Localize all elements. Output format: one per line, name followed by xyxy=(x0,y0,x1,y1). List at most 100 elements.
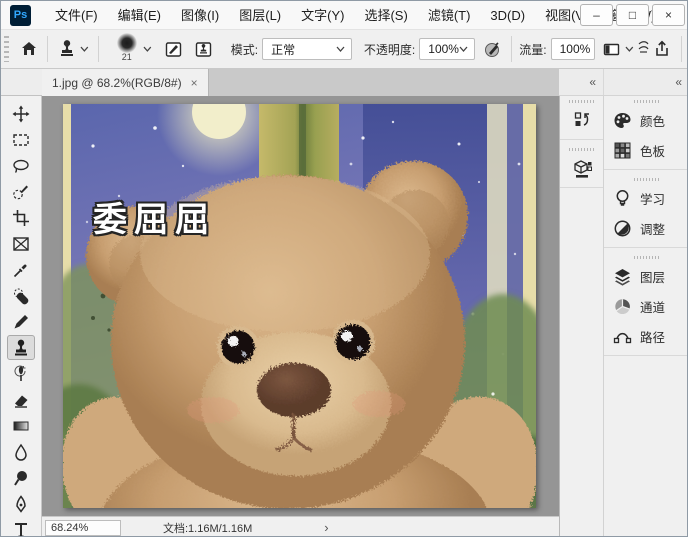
drag-handle[interactable] xyxy=(568,148,595,151)
panel-button-adjustments[interactable]: 调整 xyxy=(604,213,687,243)
photoshop-window: Ps 文件(F) 编辑(E) 图像(I) 图层(L) 文字(Y) 选择(S) 滤… xyxy=(0,0,688,537)
menu-bar: Ps 文件(F) 编辑(E) 图像(I) 图层(L) 文字(Y) 选择(S) 滤… xyxy=(1,1,687,30)
status-options-chevron[interactable]: › xyxy=(324,520,328,535)
separator xyxy=(560,139,603,140)
tool-crop[interactable] xyxy=(7,205,35,230)
flow-value: 100% xyxy=(559,42,591,56)
chevron-down-icon xyxy=(336,46,345,52)
panel-button-color[interactable]: 颜色 xyxy=(604,105,687,135)
drag-handle[interactable] xyxy=(633,100,660,103)
tool-spot-healing-brush[interactable] xyxy=(7,283,35,308)
image-caption-text: 委屈屈 xyxy=(93,201,216,239)
menu-item-edit[interactable]: 编辑(E) xyxy=(108,1,171,30)
tool-dodge[interactable] xyxy=(7,465,35,490)
maximize-button[interactable]: □ xyxy=(616,4,649,26)
brush-settings-panel-icon[interactable] xyxy=(162,37,185,61)
right-panel-docks: 颜色 色板 学习 调整 图层 通道 路径 xyxy=(559,96,687,536)
brush-tip-preview xyxy=(116,33,137,53)
status-bar: 68.24% 文档:1.16M/1.16M › xyxy=(42,516,559,536)
blend-mode-select[interactable]: 正常 xyxy=(262,38,352,60)
panel-label: 颜色 xyxy=(640,114,666,129)
tools-panel xyxy=(1,96,42,536)
tool-move[interactable] xyxy=(7,101,35,126)
panel-label: 调整 xyxy=(640,222,666,237)
options-bar-grip[interactable] xyxy=(4,36,9,62)
panel-label: 图层 xyxy=(640,270,666,285)
minimize-button[interactable]: – xyxy=(580,4,613,26)
adjustments-contrast-icon xyxy=(614,220,631,236)
menu-item-image[interactable]: 图像(I) xyxy=(171,1,229,30)
panel-button-paths[interactable]: 路径 xyxy=(604,321,687,351)
flow-select[interactable]: 100% xyxy=(550,38,595,60)
separator xyxy=(98,36,100,62)
document-tab[interactable]: 1.jpg @ 68.2%(RGB/8#) × xyxy=(42,69,209,96)
drag-handle[interactable] xyxy=(633,256,660,259)
logo-text: Ps xyxy=(13,9,28,21)
panel-button-layers[interactable]: 图层 xyxy=(604,261,687,291)
chevron-down-icon[interactable] xyxy=(625,46,634,52)
airbrush-toggle-icon[interactable] xyxy=(600,37,623,61)
document-image[interactable]: 委屈屈 xyxy=(63,104,536,508)
chevron-down-icon[interactable] xyxy=(143,46,152,52)
separator xyxy=(681,36,682,62)
tool-brush[interactable] xyxy=(7,309,35,334)
pen-pressure-size-icon[interactable] xyxy=(638,40,649,59)
panel-label: 学习 xyxy=(640,192,666,207)
tool-clone-stamp[interactable] xyxy=(7,335,35,360)
menu-item-select[interactable]: 选择(S) xyxy=(354,1,417,30)
tool-lasso[interactable] xyxy=(7,153,35,178)
separator xyxy=(47,36,49,62)
3d-panel-icon[interactable] xyxy=(566,153,598,183)
tool-eraser[interactable] xyxy=(7,387,35,412)
collapse-wide-dock-button[interactable]: « xyxy=(604,69,687,95)
window-controls: – □ × xyxy=(580,4,685,26)
separator xyxy=(604,355,687,356)
lightbulb-icon xyxy=(616,189,629,206)
tool-options-bar: 21 模式: 正常 不透明度: 100% 流量: 100% xyxy=(1,30,687,69)
drag-handle[interactable] xyxy=(568,100,595,103)
blend-mode-value: 正常 xyxy=(271,42,296,57)
tool-pen[interactable] xyxy=(7,491,35,516)
canvas-area[interactable]: 委屈屈 xyxy=(42,96,559,516)
swatches-grid-icon xyxy=(614,142,631,158)
pressure-opacity-icon[interactable] xyxy=(481,37,504,61)
dock-headers: « « xyxy=(559,69,687,96)
panel-button-channels[interactable]: 通道 xyxy=(604,291,687,321)
drag-handle[interactable] xyxy=(633,178,660,181)
clone-stamp-preset-icon[interactable] xyxy=(55,37,78,61)
document-tab-row: 1.jpg @ 68.2%(RGB/8#) × « « xyxy=(1,69,687,96)
document-tab-strip: 1.jpg @ 68.2%(RGB/8#) × xyxy=(42,69,559,96)
tool-frame[interactable] xyxy=(7,231,35,256)
home-icon[interactable] xyxy=(17,37,40,61)
chevron-down-icon[interactable] xyxy=(80,46,89,52)
menu-item-3d[interactable]: 3D(D) xyxy=(480,1,535,30)
panel-button-learn[interactable]: 学习 xyxy=(604,183,687,213)
panel-button-swatches[interactable]: 色板 xyxy=(604,135,687,165)
tool-rectangular-marquee[interactable] xyxy=(7,127,35,152)
tool-eyedropper[interactable] xyxy=(7,257,35,282)
brush-preset-picker[interactable]: 21 xyxy=(112,33,141,65)
zoom-level-field[interactable]: 68.24% xyxy=(45,519,121,536)
clone-source-panel-icon[interactable] xyxy=(191,37,214,61)
tool-history-brush[interactable] xyxy=(7,361,35,386)
opacity-value: 100% xyxy=(428,42,459,56)
tool-object-selection[interactable] xyxy=(7,179,35,204)
close-button[interactable]: × xyxy=(652,4,685,26)
menu-item-type[interactable]: 文字(Y) xyxy=(291,1,354,30)
menu-item-filter[interactable]: 滤镜(T) xyxy=(418,1,481,30)
tab-close-icon[interactable]: × xyxy=(191,76,198,90)
opacity-select[interactable]: 100% xyxy=(419,38,475,60)
history-panel-icon[interactable] xyxy=(566,105,598,135)
channels-icon xyxy=(615,298,630,314)
collapse-narrow-dock-button[interactable]: « xyxy=(559,69,604,95)
panel-label: 色板 xyxy=(640,144,666,159)
collapse-icon: « xyxy=(675,75,682,89)
tool-gradient[interactable] xyxy=(7,413,35,438)
share-icon[interactable] xyxy=(651,37,674,61)
tool-blur[interactable] xyxy=(7,439,35,464)
menu-item-layer[interactable]: 图层(L) xyxy=(229,1,291,30)
layers-icon xyxy=(615,268,630,286)
menu-item-file[interactable]: 文件(F) xyxy=(45,1,108,30)
separator xyxy=(560,187,603,188)
tool-type[interactable] xyxy=(7,517,35,536)
